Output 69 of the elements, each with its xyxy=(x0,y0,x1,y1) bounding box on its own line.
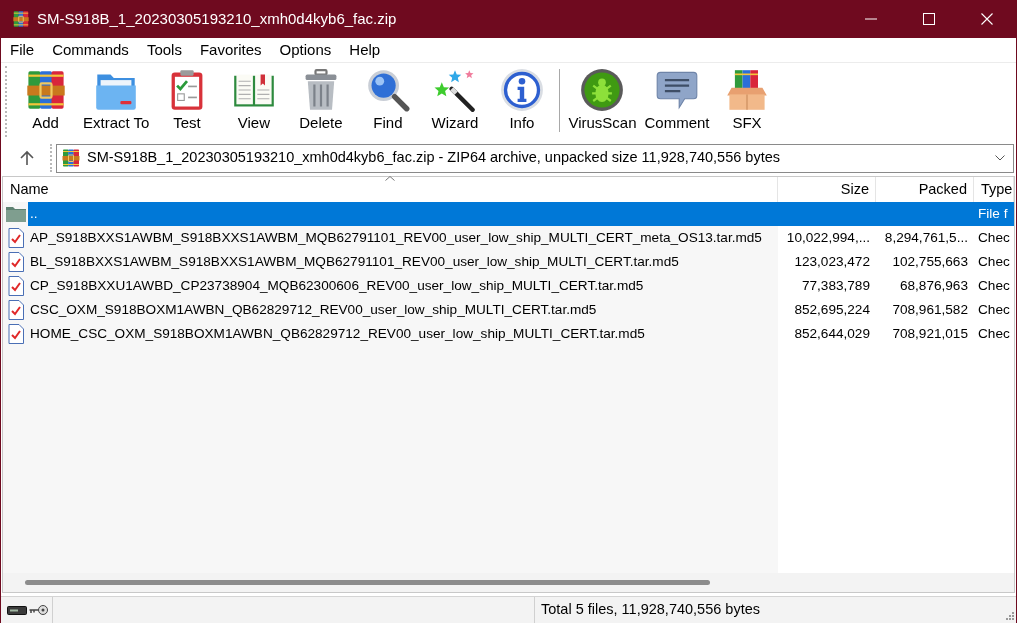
dropdown-caret-icon xyxy=(995,155,1005,161)
toolbar-button[interactable]: View xyxy=(220,63,288,132)
file-row[interactable]: AP_S918BXXS1AWBM_S918BXXS1AWBM_MQB62791101_REV00_user_low_ship_MULTI_CERT_meta_OS13.tar.md5 10,022,994,... 8,294,761,5... Chec xyxy=(28,226,1014,250)
file-size: 123,023,472 xyxy=(793,253,871,271)
window-title: SM-S918B_1_20230305193210_xmh0d4kyb6_fac.zip xyxy=(37,8,397,29)
checklist-file-icon xyxy=(7,276,24,296)
toolbar-button[interactable]: VirusScan xyxy=(564,63,641,132)
file-name: CSC_OXM_S918BOXM1AWBN_QB62829712_REV00_user_low_ship_MULTI_CERT.tar.md5 xyxy=(28,298,778,322)
books-icon xyxy=(61,148,81,168)
toolbar-button[interactable]: Extract To xyxy=(79,63,154,132)
file-row[interactable]: CP_S918BXXU1AWBD_CP23738904_MQB62300606_REV00_user_low_ship_MULTI_CERT.tar.md5 77,383,789 68,876,963 Chec xyxy=(28,274,1014,298)
box-books-icon xyxy=(725,68,770,112)
file-type: Chec xyxy=(977,229,1011,247)
file-row[interactable]: HOME_CSC_OXM_S918BOXM1AWBN_QB62829712_REV00_user_low_ship_MULTI_CERT.tar.md5 852,644,029 708,921,015 Chec xyxy=(28,322,1014,346)
file-name: HOME_CSC_OXM_S918BOXM1AWBN_QB62829712_REV00_user_low_ship_MULTI_CERT.tar.md5 xyxy=(28,322,778,346)
up-arrow-icon xyxy=(19,150,35,166)
file-size: 852,644,029 xyxy=(793,325,871,343)
file-name: AP_S918BXXS1AWBM_S918BXXS1AWBM_MQB62791101_REV00_user_low_ship_MULTI_CERT_meta_OS13.tar.md5 xyxy=(28,226,778,250)
gripper-icon[interactable] xyxy=(5,66,8,137)
toolbar-button[interactable]: Find xyxy=(354,63,422,132)
menu-item[interactable]: Options xyxy=(270,38,341,62)
menu-item[interactable]: File xyxy=(1,38,44,62)
file-row[interactable]: BL_S918BXXS1AWBM_S918BXXS1AWBM_MQB62791101_REV00_user_low_ship_MULTI_CERT.tar.md5 123,023,472 102,755,663 Chec xyxy=(28,250,1014,274)
info-icon xyxy=(499,68,544,112)
menu-item[interactable]: Favorites xyxy=(190,38,271,62)
resize-grip-icon xyxy=(1006,612,1014,620)
address-field[interactable]: SM-S918B_1_20230305193210_xmh0d4kyb6_fac.zip - ZIP64 archive, unpacked size 11,928,740,556 bytes xyxy=(56,143,1014,173)
file-type: Chec xyxy=(977,325,1011,343)
checklist-file-icon xyxy=(7,324,24,344)
toolbar-button[interactable]: Add xyxy=(12,63,79,132)
books-icon xyxy=(12,10,30,28)
packed-size: 708,921,015 xyxy=(891,325,969,343)
file-name: BL_S918BXXS1AWBM_S918BXXS1AWBM_MQB62791101_REV00_user_low_ship_MULTI_CERT.tar.md5 xyxy=(28,250,778,274)
packed-size: 68,876,963 xyxy=(898,277,969,295)
packed-size: 708,961,582 xyxy=(891,301,969,319)
search-icon xyxy=(365,68,410,112)
maximize-icon xyxy=(923,13,935,25)
folder-icon xyxy=(5,206,26,222)
gripper-icon[interactable] xyxy=(50,144,53,172)
checklist-file-icon xyxy=(7,300,24,320)
toolbar-button[interactable]: Wizard xyxy=(421,63,489,132)
toolbar-button[interactable]: SFX xyxy=(713,63,781,132)
toolbar-button[interactable]: Info xyxy=(488,63,556,132)
file-name: CP_S918BXXU1AWBD_CP23738904_MQB62300606_REV00_user_low_ship_MULTI_CERT.tar.md5 xyxy=(28,274,778,298)
bug-icon xyxy=(580,68,625,112)
menu-item[interactable]: Commands xyxy=(43,38,138,62)
file-size: 10,022,994,... xyxy=(785,229,871,247)
sort-caret-icon xyxy=(385,176,395,181)
scrollbar-thumb[interactable] xyxy=(25,580,710,585)
file-size: 852,695,224 xyxy=(793,301,871,319)
file-type: Chec xyxy=(977,277,1011,295)
checklist-file-icon xyxy=(7,228,24,248)
file-size: 77,383,789 xyxy=(800,277,871,295)
toolbar-button[interactable]: Comment xyxy=(640,63,714,132)
close-icon xyxy=(981,13,993,25)
status-text: Total 5 files, 11,928,740,556 bytes xyxy=(541,600,760,620)
menu-item[interactable]: Help xyxy=(340,38,390,62)
file-type: Chec xyxy=(977,253,1011,271)
file-row[interactable]: CSC_OXM_S918BOXM1AWBN_QB62829712_REV00_user_low_ship_MULTI_CERT.tar.md5 852,695,224 708,961,582 Chec xyxy=(28,298,1014,322)
packed-size: 8,294,761,5... xyxy=(883,229,969,247)
drive-icon xyxy=(7,605,27,615)
horizontal-scrollbar[interactable] xyxy=(3,573,1014,592)
packed-size: 102,755,663 xyxy=(891,253,969,271)
toolbar-button[interactable]: Test xyxy=(153,63,221,132)
file-type: Chec xyxy=(977,301,1011,319)
checklist-file-icon xyxy=(7,252,24,272)
menu-item[interactable]: Tools xyxy=(137,38,191,62)
toolbar-button[interactable]: Delete xyxy=(287,63,355,132)
key-icon xyxy=(29,604,49,616)
